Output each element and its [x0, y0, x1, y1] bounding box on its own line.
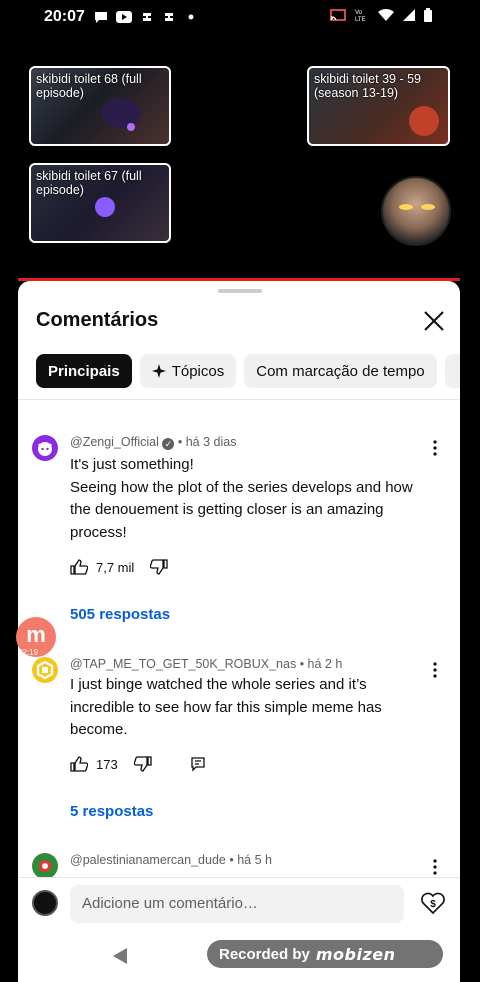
comment-actions: 7,7 mil [70, 559, 168, 575]
app-icon [143, 13, 151, 21]
dislike-icon[interactable] [150, 559, 168, 575]
filter-chips: Principais Tópicos Com marcação de tempo [36, 354, 460, 388]
battery-icon [424, 8, 432, 22]
avatar[interactable] [32, 435, 58, 461]
cast-icon [330, 9, 346, 21]
close-icon[interactable] [420, 307, 448, 335]
avatar[interactable] [32, 657, 58, 683]
profile-picture-icon [39, 860, 51, 872]
dislike-icon[interactable] [133, 756, 152, 772]
notification-icons [94, 10, 198, 24]
current-user-avatar [32, 890, 58, 916]
add-comment-input[interactable]: Adicione um comentário… [70, 885, 404, 923]
comments-panel: Comentários Principais Tópicos Com marca… [18, 281, 460, 982]
thumbnail-art [101, 98, 141, 128]
comment-text: It's just something! Seeing how the plot… [70, 456, 413, 541]
robux-icon [36, 660, 54, 680]
sparkle-icon [151, 364, 166, 378]
watermark-text: Recorded by [219, 945, 310, 963]
volte-icon: VoLTE [355, 10, 366, 22]
panel-title: Comentários [36, 309, 159, 331]
end-screen-video-card[interactable]: skibidi toilet 68 (full episode) [29, 66, 171, 146]
reply-icon[interactable] [190, 756, 206, 772]
chip-label: Com marcação de tempo [256, 362, 425, 380]
chip-topicos[interactable]: Tópicos [139, 354, 237, 388]
verified-icon: ✓ [162, 438, 175, 450]
comment-text: I just binge watched the whole series an… [70, 676, 382, 738]
card-title: skibidi toilet 68 (full episode) [36, 72, 142, 100]
back-icon[interactable] [112, 947, 128, 965]
thumbnail-glow [95, 197, 115, 217]
chip-com-marcacao[interactable]: Com marcação de tempo [244, 354, 437, 388]
drag-handle[interactable] [218, 289, 262, 293]
comment-time: • há 5 h [229, 853, 272, 867]
comment-actions: 173 [70, 756, 206, 772]
more-notifications-dot-icon [188, 14, 194, 20]
comment-time: • há 2 h [299, 657, 343, 671]
screen-recorder-bubble[interactable]: m 02:19 [16, 617, 56, 657]
end-screen-playlist-card[interactable]: skibidi toilet 39 - 59 (season 13-19) [307, 66, 450, 146]
super-thanks-icon[interactable]: $ [420, 890, 446, 916]
chip-label: Principais [48, 362, 120, 380]
svg-text:$: $ [430, 899, 436, 910]
comment-composer: Adicione um comentário… $ [18, 877, 460, 929]
chat-bubble-icon [95, 12, 107, 23]
divider [18, 399, 460, 400]
like-icon[interactable] [70, 559, 88, 575]
recorder-time: 02:19 [18, 648, 39, 657]
end-screen-video-card-2[interactable]: skibidi toilet 67 (full episode) [29, 163, 171, 243]
like-count: 7,7 mil [96, 559, 135, 575]
avatar[interactable] [32, 853, 58, 879]
chip-label: Tópicos [171, 362, 225, 380]
wifi-icon [378, 8, 394, 21]
more-options-icon[interactable] [430, 440, 440, 456]
recorder-letter: m [26, 622, 46, 647]
thumbnail-art [409, 106, 439, 136]
channel-subscribe-avatar[interactable] [381, 176, 451, 246]
recorded-by-watermark: Recorded by mobizen [207, 940, 443, 968]
comment-time: • há 3 dias [177, 435, 237, 449]
svg-text:Vo: Vo [355, 10, 363, 16]
like-count: 173 [96, 756, 118, 772]
app-icon-2 [165, 13, 173, 21]
card-title: skibidi toilet 67 (full episode) [36, 169, 142, 197]
card-title: skibidi toilet 39 - 59 (season 13-19) [314, 72, 422, 100]
cat-face-icon [38, 442, 52, 456]
chip-principais[interactable]: Principais [36, 354, 132, 388]
watermark-brand: mobizen [315, 944, 396, 964]
youtube-icon [116, 11, 132, 23]
avatar-eye [421, 204, 435, 210]
comment-meta: @Zengi_Official ✓ • há 3 dias [70, 435, 236, 450]
replies-link[interactable]: 505 respostas [70, 606, 170, 623]
system-icons: Vo LTE [330, 8, 432, 22]
like-icon[interactable] [70, 756, 88, 772]
more-options-icon[interactable] [430, 662, 440, 678]
status-bar: 20:07 Vo LTE [0, 0, 480, 34]
comment-author[interactable]: @TAP_ME_TO_GET_50K_ROBUX_nas [70, 657, 296, 671]
comment-author[interactable]: @Zengi_Official [70, 435, 159, 449]
replies-link[interactable]: 5 respostas [70, 803, 153, 820]
thumbnail-glow [127, 123, 135, 131]
signal-icon [403, 9, 415, 21]
avatar-eye [399, 204, 413, 210]
comment-meta: @TAP_ME_TO_GET_50K_ROBUX_nas • há 2 h [70, 657, 342, 671]
status-time: 20:07 [44, 8, 85, 25]
svg-text:LTE: LTE [355, 17, 366, 22]
chip-overflow[interactable] [444, 354, 460, 388]
comment-meta: @palestinianamercan_dude • há 5 h [70, 853, 272, 867]
more-options-icon[interactable] [430, 859, 440, 875]
comment-author[interactable]: @palestinianamercan_dude [70, 853, 226, 867]
